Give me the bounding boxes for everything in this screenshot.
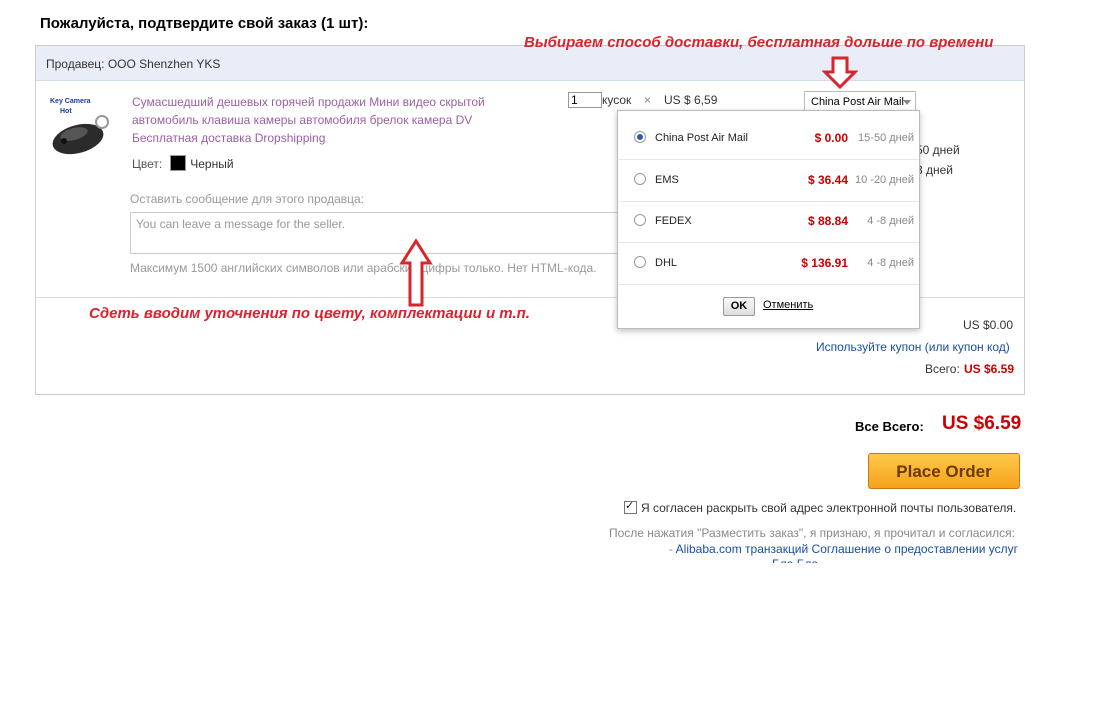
shipping-option-name: EMS xyxy=(655,174,679,186)
radio-button[interactable] xyxy=(634,256,646,268)
color-label: Цвет: xyxy=(132,157,163,171)
subtotal-value: US $6.59 xyxy=(964,362,1015,376)
grand-total-label: Все Всего: xyxy=(855,419,924,434)
legal-link-cutoff[interactable]: Бла Бла xyxy=(772,557,818,563)
key-camera-product-icon: Key Camera Hot xyxy=(50,98,109,155)
seller-label: Продавец: ООО Shenzhen YKS xyxy=(46,57,221,71)
shipping-option-price: $ 88.84 xyxy=(807,214,848,228)
shipping-option-price: $ 36.44 xyxy=(807,173,848,187)
legal-text: После нажатия "Разместить заказ", я приз… xyxy=(609,526,1015,540)
image-text-top: Key Camera xyxy=(50,98,91,105)
times-sign: × xyxy=(644,93,652,107)
shipping-option-price: $ 0.00 xyxy=(814,131,848,145)
service-agreement-link[interactable]: Alibaba.com транзакций Соглашение о пред… xyxy=(676,542,1018,556)
quantity-input[interactable]: 1 xyxy=(568,92,602,108)
shipping-option-ems[interactable]: EMS $ 36.44 10 -20 дней xyxy=(618,160,919,202)
color-row: Цвет: Черный xyxy=(132,155,234,171)
shipping-cost-value: US $0.00 xyxy=(963,318,1014,332)
arrow-down-icon xyxy=(822,56,858,90)
cancel-link[interactable]: Отменить xyxy=(763,299,813,311)
radio-button[interactable] xyxy=(634,131,646,143)
radio-button[interactable] xyxy=(634,214,646,226)
shipping-option-days: 10 -20 дней xyxy=(854,174,914,186)
coupon-link[interactable]: Используйте купон (или купон код) xyxy=(816,340,1010,354)
quantity-unit: кусок xyxy=(602,93,632,107)
shipping-options-dropdown: China Post Air Mail $ 0.00 15-50 дней EM… xyxy=(617,110,920,329)
ok-button[interactable]: OK xyxy=(723,297,755,316)
shipping-option-days: 4 -8 дней xyxy=(867,257,914,269)
agree-checkbox[interactable] xyxy=(624,499,637,514)
place-order-button[interactable]: Place Order xyxy=(868,453,1020,489)
legal-agreement-row: - Alibaba.com транзакций Соглашение о пр… xyxy=(669,542,1018,556)
color-value: Черный xyxy=(190,157,234,171)
shipping-option-price: $ 136.91 xyxy=(801,256,848,270)
agree-row: Я согласен раскрыть свой адрес электронн… xyxy=(624,499,1017,515)
shipping-selected-value: China Post Air Mail xyxy=(811,96,904,108)
message-textarea[interactable]: You can leave a message for the seller. xyxy=(130,212,618,254)
shipping-option-china-post[interactable]: China Post Air Mail $ 0.00 15-50 дней xyxy=(618,118,919,160)
grand-total-value: US $6.59 xyxy=(942,413,1022,434)
annotation-shipping: Выбираем способ доставки, бесплатная дол… xyxy=(524,34,994,51)
shipping-method-select[interactable]: China Post Air Mail xyxy=(804,91,916,111)
color-swatch xyxy=(170,155,187,171)
seller-bar: Продавец: ООО Shenzhen YKS xyxy=(36,46,1024,81)
legal-prefix: - xyxy=(669,542,676,556)
shipping-days-behind-2: 3 дней xyxy=(916,163,954,177)
unit-price: US $ 6,59 xyxy=(664,93,718,107)
image-text-mid: Hot xyxy=(60,108,72,115)
shipping-option-days: 15-50 дней xyxy=(858,132,914,144)
shipping-option-dhl[interactable]: DHL $ 136.91 4 -8 дней xyxy=(618,243,919,285)
annotation-message: Сдеть вводим уточнения по цвету, комплек… xyxy=(89,305,530,322)
page-title: Пожалуйста, подтвердите свой заказ (1 шт… xyxy=(40,15,369,32)
subtotal-label: Всего: xyxy=(925,362,960,376)
message-hint: Максимум 1500 английских символов или ар… xyxy=(130,261,597,275)
shipping-option-name: FEDEX xyxy=(655,215,692,227)
product-title-link[interactable]: Сумасшедший дешевых горячей продажи Мини… xyxy=(132,93,502,147)
shipping-option-name: DHL xyxy=(655,257,678,269)
arrow-up-icon xyxy=(399,238,433,307)
product-image[interactable]: Key Camera Hot xyxy=(46,94,112,164)
shipping-days-behind-1: 50 дней xyxy=(916,143,960,157)
message-label: Оставить сообщение для этого продавца: xyxy=(130,192,364,206)
shipping-option-days: 4 -8 дней xyxy=(867,215,914,227)
shipping-option-name: China Post Air Mail xyxy=(655,132,748,144)
chevron-down-icon xyxy=(903,100,911,105)
radio-button[interactable] xyxy=(634,173,646,185)
shipping-option-fedex[interactable]: FEDEX $ 88.84 4 -8 дней xyxy=(618,201,919,243)
agree-label: Я согласен раскрыть свой адрес электронн… xyxy=(641,501,1017,515)
